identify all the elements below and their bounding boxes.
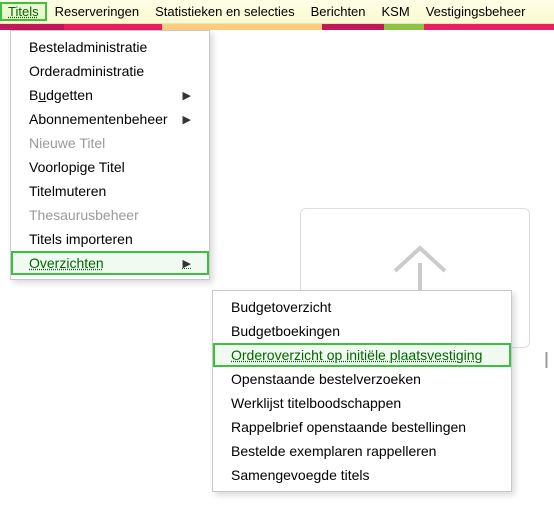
menu-label: Bestelde exemplaren rappelleren	[231, 443, 436, 459]
menu-label: Titels importeren	[29, 231, 133, 247]
menu-overzichten[interactable]: Overzichten ▶	[11, 251, 209, 275]
menu-thesaurusbeheer: Thesaurusbeheer	[11, 203, 209, 227]
menu-label: Nieuwe Titel	[29, 135, 105, 151]
menu-label: Titelmuteren	[29, 183, 106, 199]
colorbar-segment	[322, 24, 384, 30]
menu-nieuwe-titel: Nieuwe Titel	[11, 131, 209, 155]
menu-titels-importeren[interactable]: Titels importeren	[11, 227, 209, 251]
menu-label: Orderadministratie	[29, 63, 144, 79]
menu-label: Abonnementenbeheer	[29, 111, 168, 127]
menu-label: Budgetboekingen	[231, 323, 340, 339]
menu-abonnementenbeheer[interactable]: Abonnementenbeheer ▶	[11, 107, 209, 131]
submenu-budgetboekingen[interactable]: Budgetboekingen	[213, 319, 511, 343]
menubar: Titels Reserveringen Statistieken en sel…	[0, 0, 554, 24]
menu-label: Werklijst titelboodschappen	[231, 395, 401, 411]
menu-label: Samengevoegde titels	[231, 467, 370, 483]
menu-label: Budgetoverzicht	[231, 299, 331, 315]
chevron-right-icon: ▶	[183, 257, 191, 270]
menubar-item-berichten[interactable]: Berichten	[303, 2, 374, 21]
menu-label: Thesaurusbeheer	[29, 207, 139, 223]
dropdown-titels: Besteladministratie Orderadministratie B…	[10, 30, 210, 280]
submenu-budgetoverzicht[interactable]: Budgetoverzicht	[213, 295, 511, 319]
submenu-overzichten: Budgetoverzicht Budgetboekingen Orderove…	[212, 290, 512, 492]
menu-label: Besteladministratie	[29, 39, 147, 55]
chevron-right-icon: ▶	[183, 113, 191, 126]
menu-label: Openstaande bestelverzoeken	[231, 371, 421, 387]
menu-label: Voorlopige Titel	[29, 159, 125, 175]
colorbar-segment	[384, 24, 424, 30]
submenu-openstaande-bestelverzoeken[interactable]: Openstaande bestelverzoeken	[213, 367, 511, 391]
menu-label: Overzichten	[29, 255, 104, 271]
colorbar-segment	[424, 24, 554, 30]
menu-besteladministratie[interactable]: Besteladministratie	[11, 35, 209, 59]
chevron-right-icon: ▶	[183, 89, 191, 102]
submenu-rappelbrief[interactable]: Rappelbrief openstaande bestellingen	[213, 415, 511, 439]
menu-budgetten[interactable]: Budgetten ▶	[11, 83, 209, 107]
menubar-item-reserveringen[interactable]: Reserveringen	[47, 2, 148, 21]
menu-label: Rappelbrief openstaande bestellingen	[231, 419, 466, 435]
menubar-item-statistieken[interactable]: Statistieken en selecties	[147, 2, 302, 21]
submenu-orderoverzicht[interactable]: Orderoverzicht op initiële plaatsvestigi…	[213, 343, 511, 367]
menu-voorlopige-titel[interactable]: Voorlopige Titel	[11, 155, 209, 179]
menubar-item-ksm[interactable]: KSM	[374, 2, 418, 21]
menu-orderadministratie[interactable]: Orderadministratie	[11, 59, 209, 83]
submenu-bestelde-rappelleren[interactable]: Bestelde exemplaren rappelleren	[213, 439, 511, 463]
menubar-item-vestigingsbeheer[interactable]: Vestigingsbeheer	[418, 2, 534, 21]
submenu-werklijst-titelboodschappen[interactable]: Werklijst titelboodschappen	[213, 391, 511, 415]
menu-label: Orderoverzicht op initiële plaatsvestigi…	[231, 347, 482, 363]
menu-label: Budgetten	[29, 87, 93, 103]
bg-char: l	[544, 348, 549, 374]
submenu-samengevoegde-titels[interactable]: Samengevoegde titels	[213, 463, 511, 487]
menubar-item-titels[interactable]: Titels	[0, 2, 47, 21]
menu-titelmuteren[interactable]: Titelmuteren	[11, 179, 209, 203]
